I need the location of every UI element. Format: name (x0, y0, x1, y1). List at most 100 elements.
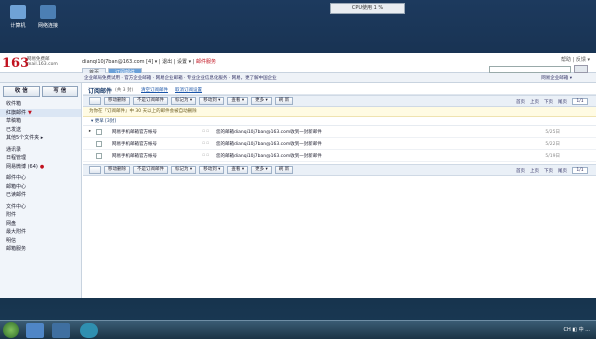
row-arrow-icon: ▸ (88, 129, 92, 134)
flag-icon: ● (39, 163, 45, 170)
first-page-link[interactable]: 首页 (516, 99, 525, 105)
row-date: 5/19日 (545, 153, 560, 159)
user-email[interactable]: dianqi10j7ban@163.com (82, 59, 145, 65)
sidebar-item[interactable]: 红旗邮件 ▼ (0, 108, 81, 117)
row-checkbox[interactable] (96, 152, 102, 159)
system-tray[interactable]: CH ◧ 中 ... (563, 326, 590, 333)
bottom-toolbar: 移动删除 不是订阅邮件 标记为 ▾ 移动到 ▾ 查看 ▾ 更多 ▾ 刷 新 首页… (83, 164, 596, 176)
sidebar-item[interactable]: 通讯录 (0, 146, 81, 155)
search-input[interactable] (489, 66, 571, 73)
row-status-icons: ▫▫ (202, 141, 211, 146)
desktop-icon-network[interactable]: 网络连接 (34, 5, 62, 29)
table-row[interactable]: ▸ 网易手机邮箱官方帐号 ▫▫ 您的邮箱dianqi10j7ban@163.com收到… (83, 126, 596, 138)
sidebar-item[interactable]: 网易微博 (64) ● (0, 163, 81, 172)
last-page-link[interactable]: 尾页 (558, 168, 567, 174)
row-sender: 网易手机邮箱官方帐号 (112, 141, 157, 147)
pager: 首页 上页 下页 尾页 1/1 (516, 98, 588, 105)
sidebar-item[interactable]: 文件中心 (0, 203, 81, 212)
page-select[interactable]: 1/1 (572, 98, 588, 105)
folder-icon[interactable] (52, 323, 70, 338)
move-to-button[interactable]: 移动到 ▾ (199, 97, 225, 105)
sidebar-item[interactable]: 日程管理 (0, 154, 81, 163)
row-checkbox[interactable] (96, 128, 102, 135)
more-button[interactable]: 更多 ▾ (251, 97, 272, 105)
row-subject[interactable]: 您的邮箱dianqi10j7ban@163.com收到一封新邮件 (216, 141, 526, 147)
move-to-button[interactable]: 移动到 ▾ (199, 166, 225, 174)
receive-button[interactable]: 收 信 (3, 86, 40, 97)
computer-icon (10, 5, 26, 19)
auto-delete-notice: 为你在『订阅邮件』中 30 天以上的邮件会被自动删除 (83, 107, 596, 117)
row-checkbox[interactable] (96, 140, 102, 147)
refresh-button[interactable]: 刷 新 (274, 166, 294, 174)
logo[interactable]: 163 (2, 56, 29, 71)
page-title: 订阅邮件 (88, 88, 113, 95)
delete-button[interactable]: 移动删除 (104, 97, 130, 105)
sidebar: 收 信 写 信 收件箱 红旗邮件 ▼ 草稿箱 已发送 其他5个文件夹 ▸ 通讯录 日程管理 网易… (0, 83, 82, 298)
search-button[interactable] (574, 65, 588, 73)
refresh-button[interactable]: 刷 新 (274, 97, 294, 105)
cpu-meter: CPU使用 1 % (330, 3, 405, 14)
ad-links[interactable]: 企业邮局免费试用 · 官方企业邮箱 · 网易企业邮箱 · 专业企业信息化服务 ·… (84, 75, 277, 81)
sidebar-item[interactable]: 草稿箱 (0, 117, 81, 126)
clear-subscriptions-link[interactable]: 清空订阅邮件 (141, 87, 168, 93)
table-row[interactable]: 网易手机邮箱官方帐号 ▫▫ 您的邮箱dianqi10j7ban@163.com收到一… (83, 150, 596, 162)
unsubscribe-settings-link[interactable]: 取消订阅设置 (175, 87, 202, 93)
enterprise-link[interactable]: 网易企业邮箱 ▾ (541, 75, 572, 81)
ad-bar: 企业邮局免费试用 · 官方企业邮箱 · 网易企业邮箱 · 专业企业信息化服务 ·… (0, 73, 596, 83)
desktop-icon-computer[interactable]: 计算机 (4, 5, 32, 29)
sidebar-item[interactable]: 其他5个文件夹 ▸ (0, 134, 81, 143)
sidebar-item[interactable]: 已读邮件 (0, 191, 81, 200)
last-page-link[interactable]: 尾页 (558, 99, 567, 105)
sidebar-item[interactable]: 明信 (0, 237, 81, 246)
next-page-link[interactable]: 下页 (544, 99, 553, 105)
mark-as-button[interactable]: 标记为 ▾ (171, 166, 197, 174)
delete-button[interactable]: 移动删除 (104, 166, 130, 174)
row-subject[interactable]: 您的邮箱dianqi10j7ban@163.com收到一封新邮件 (216, 153, 526, 159)
sidebar-item[interactable]: 网盘 (0, 220, 81, 229)
ie-icon[interactable] (26, 323, 44, 338)
sidebar-item[interactable]: 最大附件 (0, 228, 81, 237)
first-page-link[interactable]: 首页 (516, 168, 525, 174)
sidebar-item-label: 邮箱服务 (6, 246, 27, 252)
network-icon (40, 5, 56, 19)
sidebar-item[interactable]: 附件 (0, 211, 81, 220)
select-all-checkbox[interactable] (89, 166, 101, 174)
view-button[interactable]: 查看 ▾ (227, 97, 249, 105)
select-all-checkbox[interactable] (89, 97, 101, 105)
flag-icon: ▼ (28, 109, 32, 116)
sidebar-item[interactable]: 收件箱 (0, 100, 81, 109)
prev-page-link[interactable]: 上页 (530, 99, 539, 105)
next-page-link[interactable]: 下页 (544, 168, 553, 174)
sidebar-item-label: 其他5个文件夹 ▸ (6, 135, 44, 141)
not-subscription-button[interactable]: 不是订阅邮件 (133, 97, 168, 105)
top-links[interactable]: 帮助 | 反馈 ▾ (561, 56, 590, 63)
sidebar-item[interactable]: 邮箱中心 (0, 183, 81, 192)
row-date: 5/22日 (545, 141, 560, 147)
group-header-earlier[interactable]: ▾ 更早 [3封] (83, 117, 596, 126)
page-select[interactable]: 1/1 (572, 167, 588, 174)
compose-button[interactable]: 写 信 (41, 86, 78, 97)
user-links[interactable]: [4] ▾ | 退出 | 设置 ▾ | (146, 59, 194, 65)
sidebar-list: 收件箱 红旗邮件 ▼ 草稿箱 已发送 其他5个文件夹 ▸ 通讯录 日程管理 网易微博 (64) ●… (0, 100, 81, 254)
not-subscription-button[interactable]: 不是订阅邮件 (133, 166, 168, 174)
start-button[interactable] (3, 322, 19, 338)
row-subject[interactable]: 您的邮箱dianqi10j7ban@163.com收到一封新邮件 (216, 129, 526, 135)
sidebar-item[interactable]: 邮件中心 (0, 174, 81, 183)
prev-page-link[interactable]: 上页 (530, 168, 539, 174)
desktop-icon-label: 网络连接 (37, 23, 58, 29)
sidebar-item-label: 收件箱 (6, 101, 22, 107)
taskbar: CH ◧ 中 ... (0, 320, 596, 339)
sidebar-item-label: 附件 (6, 212, 17, 218)
message-count: (共 3 封) (115, 88, 134, 93)
view-button[interactable]: 查看 ▾ (227, 166, 249, 174)
more-button[interactable]: 更多 ▾ (251, 166, 272, 174)
folder-header: 订阅邮件 (共 3 封) 清空订阅邮件 取消订阅设置 (83, 83, 596, 95)
sidebar-item[interactable]: 已发送 (0, 126, 81, 135)
mark-as-button[interactable]: 标记为 ▾ (171, 97, 197, 105)
vip-link[interactable]: 邮件服务 (196, 59, 216, 65)
app-icon[interactable] (80, 323, 98, 338)
pager: 首页 上页 下页 尾页 1/1 (516, 167, 588, 174)
sidebar-item[interactable]: 邮箱服务 (0, 245, 81, 254)
table-row[interactable]: 网易手机邮箱官方帐号 ▫▫ 您的邮箱dianqi10j7ban@163.com收到一… (83, 138, 596, 150)
sidebar-item-label: 明信 (6, 237, 17, 244)
